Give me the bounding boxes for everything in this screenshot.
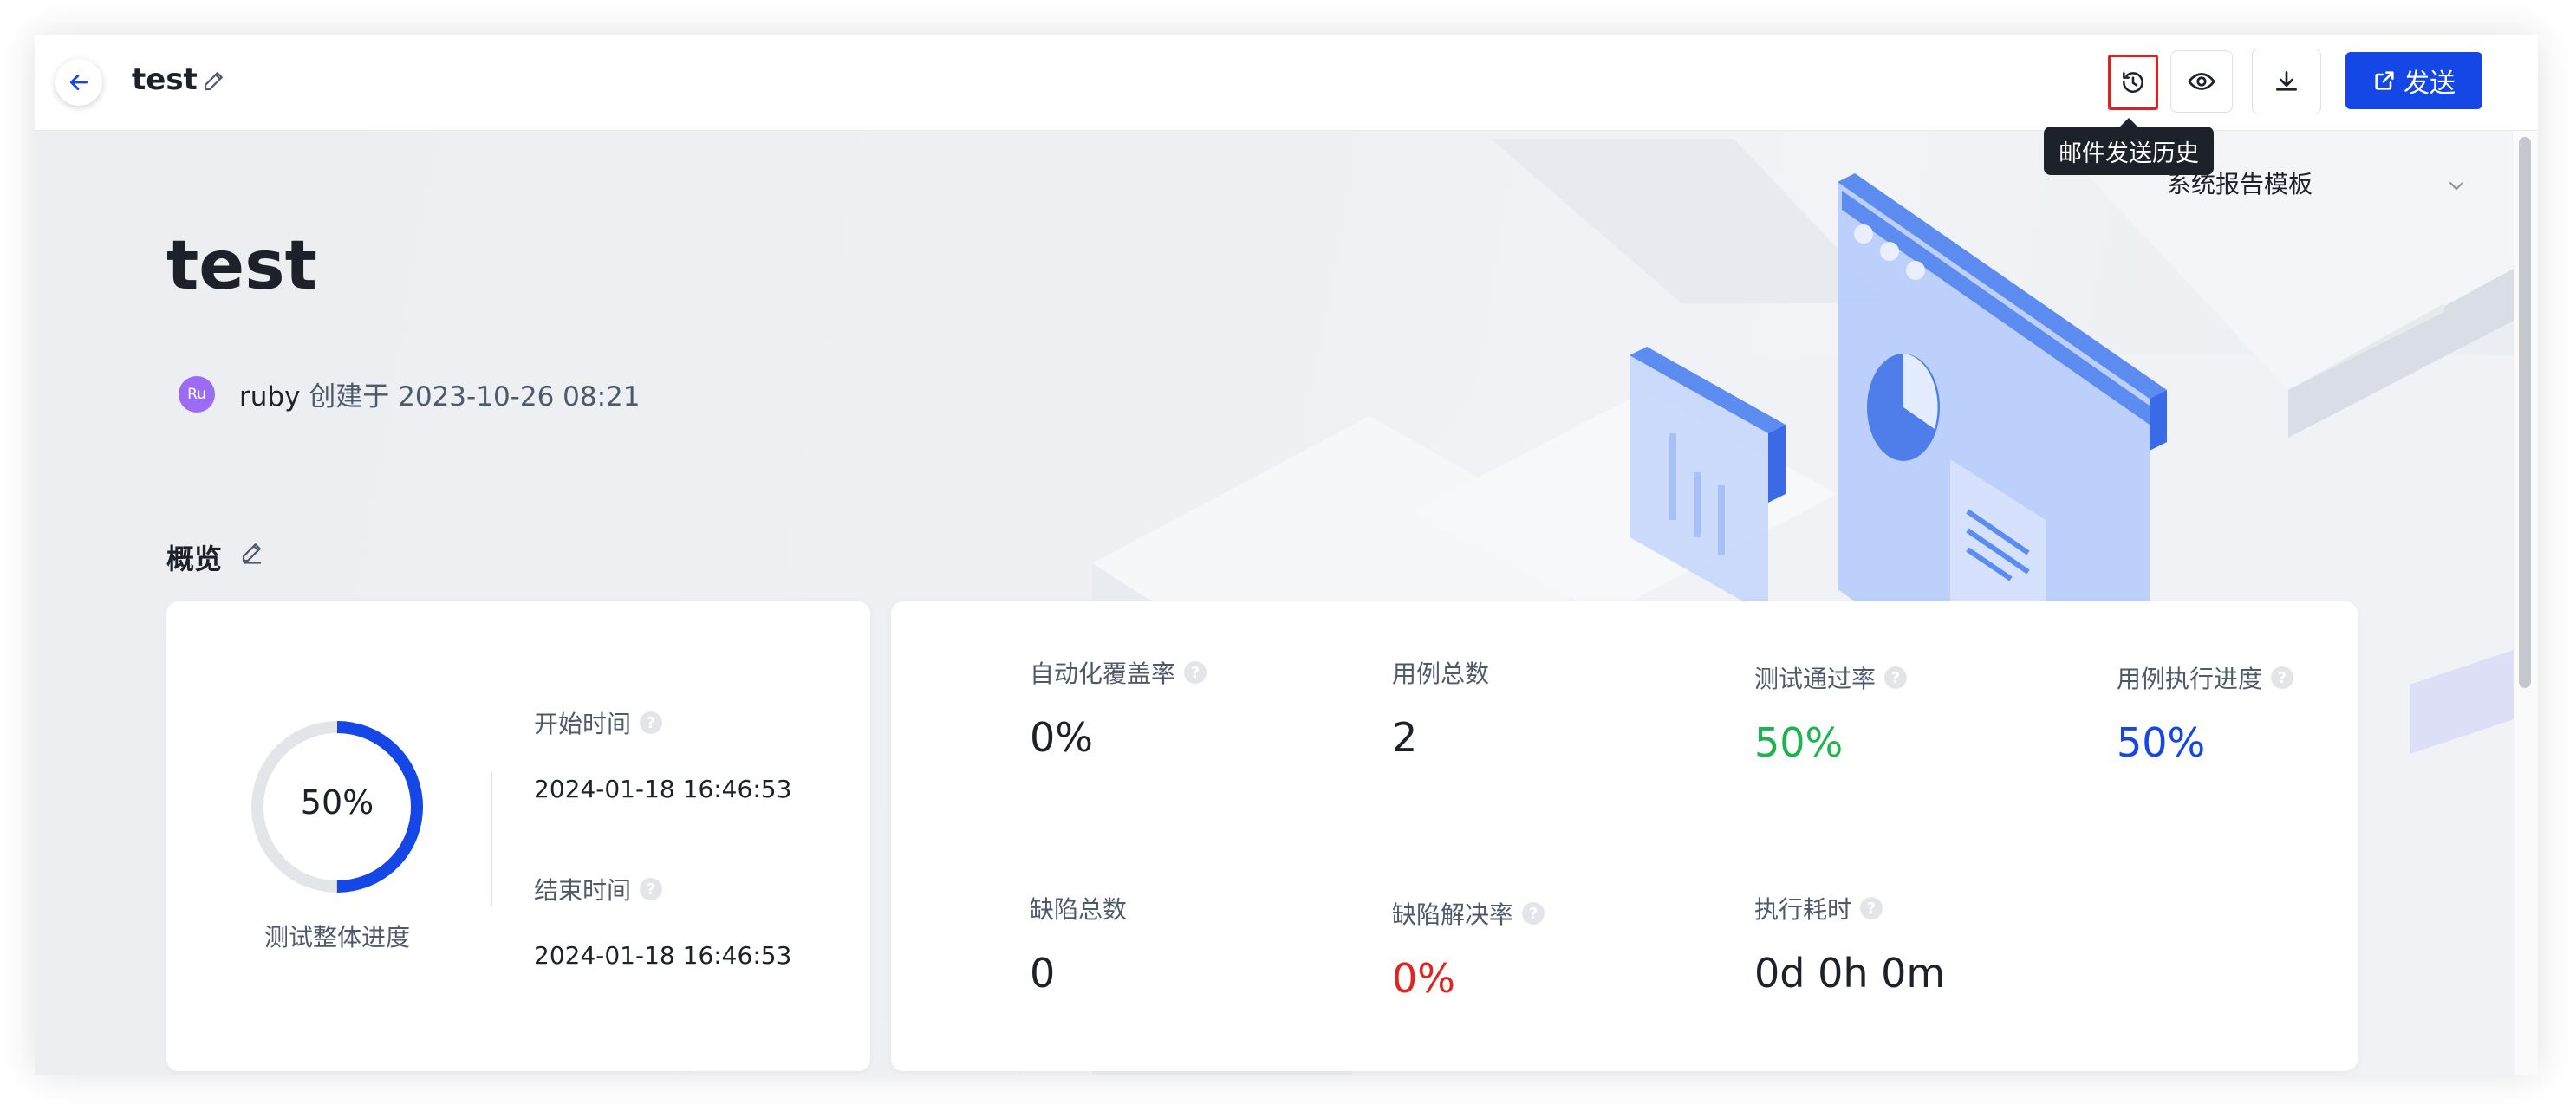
- start-time-value: 2024-01-18 16:46:53: [534, 775, 792, 803]
- send-button[interactable]: 发送: [2345, 52, 2482, 109]
- metric-label: 缺陷总数: [1030, 891, 1127, 926]
- pencil-icon: [242, 543, 261, 564]
- metric-value: 50%: [1754, 719, 1844, 766]
- avatar-initials: Ru: [187, 386, 206, 403]
- pencil-icon: [204, 72, 223, 91]
- report-content: 系统报告模板 test Ru ruby 创建于 2023-10-26 08:21…: [35, 130, 2514, 1075]
- metric-label-text: 执行耗时: [1754, 895, 1852, 924]
- help-icon[interactable]: ?: [1522, 902, 1545, 925]
- help-icon[interactable]: ?: [640, 878, 663, 900]
- metric-label-text: 用例总数: [1392, 659, 1490, 688]
- share-icon: [2375, 71, 2394, 90]
- creator-line: ruby 创建于 2023-10-26 08:21: [239, 374, 641, 413]
- download-icon: [2276, 71, 2297, 91]
- metric-label: 缺陷解决率 ?: [1392, 896, 1545, 931]
- created-prefix: 创建于: [309, 381, 390, 413]
- document-title: test: [132, 62, 198, 97]
- end-time-label: 结束时间 ?: [534, 872, 663, 906]
- start-time-label-text: 开始时间: [534, 710, 632, 738]
- progress-label: 测试整体进度: [263, 923, 410, 952]
- overview-heading: 概览: [166, 543, 223, 575]
- metric-value: 0: [1030, 950, 1056, 997]
- help-icon[interactable]: ?: [1860, 897, 1883, 919]
- end-time-value: 2024-01-18 16:46:53: [534, 941, 792, 970]
- send-button-label: 发送: [2404, 68, 2456, 99]
- metric-label-text: 缺陷解决率: [1392, 900, 1514, 929]
- metric-label-text: 自动化覆盖率: [1030, 659, 1176, 688]
- progress-card: 50% 测试整体进度 开始时间 ? 2024-01-18 16:46:53 结束…: [166, 601, 870, 1071]
- edit-title-button[interactable]: [201, 68, 231, 97]
- metric-label: 执行耗时 ?: [1754, 891, 1883, 926]
- metric-label-text: 用例执行进度: [2117, 665, 2263, 693]
- download-button[interactable]: [2252, 49, 2321, 114]
- divider: [491, 771, 492, 906]
- top-bar: test 发送: [35, 35, 2538, 131]
- metric-value: 50%: [2117, 719, 2206, 766]
- history-icon: [2123, 72, 2143, 93]
- metric-value: 2: [1392, 714, 1418, 761]
- metric-value: 0d 0h 0m: [1754, 950, 1946, 997]
- metric-label-text: 缺陷总数: [1030, 895, 1128, 924]
- scrollbar-thumb[interactable]: [2519, 137, 2531, 688]
- metrics-card: 自动化覆盖率 ? 0% 用例总数 2 测试通过率 ? 50% 用例执行进度 ? …: [891, 601, 2358, 1071]
- avatar: Ru: [179, 376, 215, 413]
- creator-name: ruby: [239, 381, 301, 413]
- metric-label: 用例总数: [1392, 655, 1489, 690]
- eye-icon: [2188, 73, 2215, 90]
- arrow-left-icon: [69, 75, 88, 90]
- metric-label: 测试通过率 ?: [1754, 660, 1908, 695]
- metric-value: 0%: [1030, 714, 1093, 761]
- metric-label: 自动化覆盖率 ?: [1030, 655, 1207, 690]
- created-at: 2023-10-26 08:21: [398, 381, 641, 413]
- metric-label-text: 测试通过率: [1754, 665, 1877, 693]
- progress-value: 50%: [300, 783, 374, 822]
- start-time-label: 开始时间 ?: [534, 705, 663, 740]
- end-time-label-text: 结束时间: [534, 876, 632, 905]
- report-title: test: [166, 227, 317, 305]
- chevron-down-icon[interactable]: [2446, 175, 2467, 196]
- help-icon[interactable]: ?: [2271, 666, 2294, 689]
- edit-overview-button[interactable]: [239, 539, 265, 568]
- back-button[interactable]: [55, 59, 102, 106]
- metric-label: 用例执行进度 ?: [2117, 660, 2294, 695]
- report-window: test 发送 系统报告模板 test Ru ruby 创建于 2023-10-…: [35, 35, 2538, 1075]
- help-icon[interactable]: ?: [640, 711, 663, 734]
- email-history-tooltip: 邮件发送历史: [2044, 118, 2214, 175]
- email-history-button[interactable]: [2108, 55, 2158, 110]
- help-icon[interactable]: ?: [1884, 666, 1908, 689]
- preview-button[interactable]: [2170, 50, 2233, 113]
- help-icon[interactable]: ?: [1184, 661, 1207, 684]
- metric-value: 0%: [1392, 955, 1455, 1002]
